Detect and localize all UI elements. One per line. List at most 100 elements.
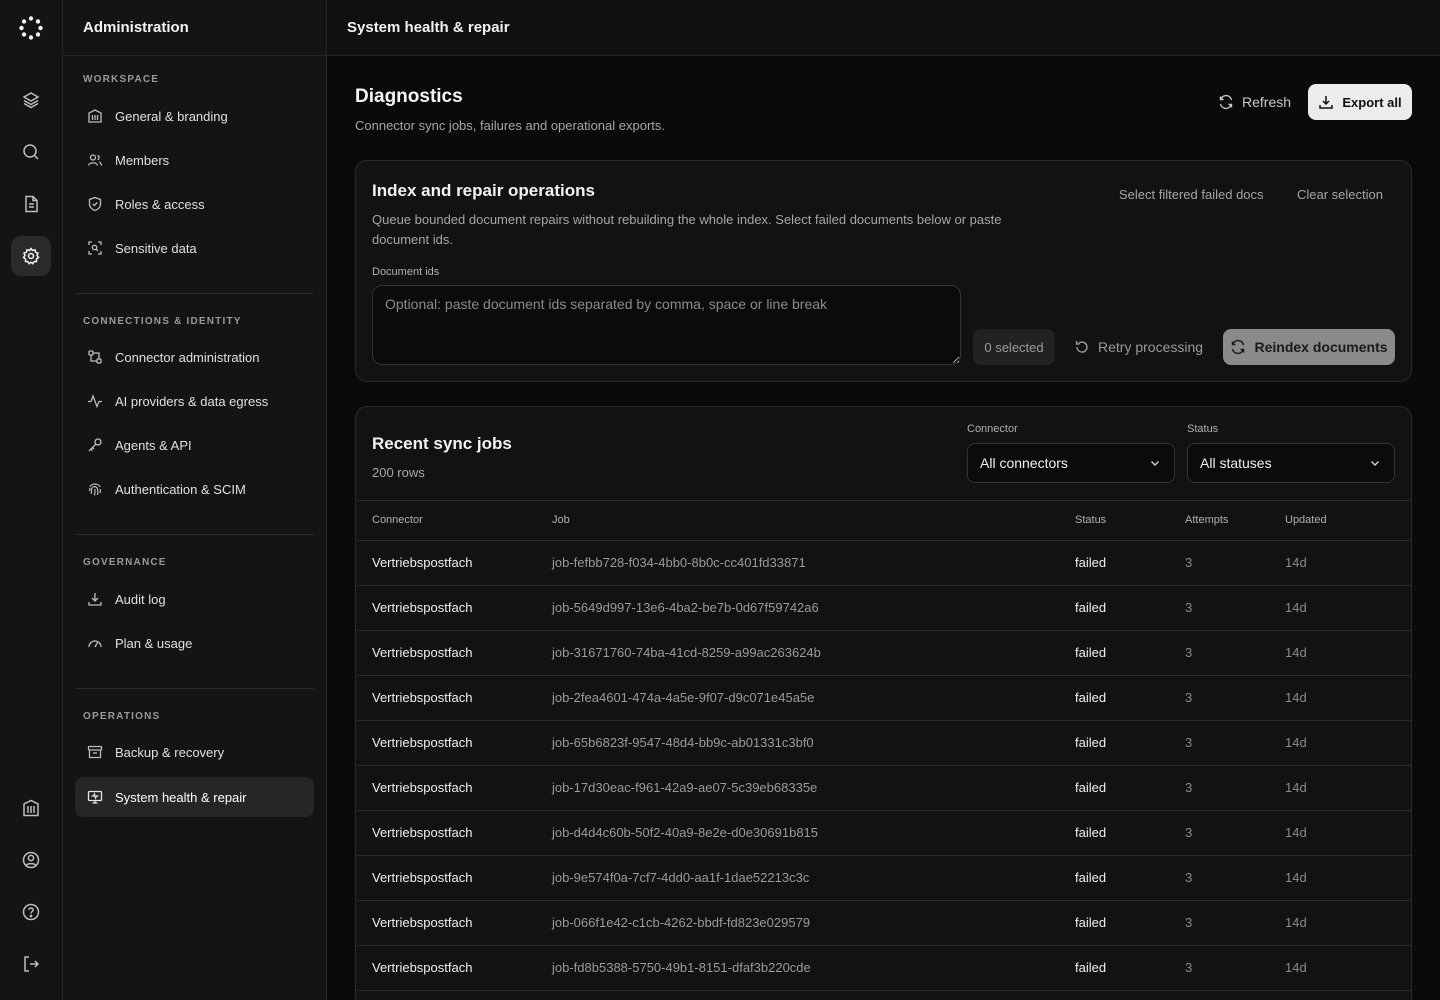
building-icon [87, 108, 103, 124]
connector-filter-select[interactable]: All connectors [967, 443, 1175, 483]
logo-icon[interactable] [18, 15, 44, 41]
cell-updated: 14d [1285, 870, 1307, 885]
table-row[interactable]: Vertriebspostfach job-65b6823f-9547-48d4-… [356, 721, 1411, 766]
table-row[interactable]: Vertriebspostfach job-5649d997-13e6-4ba2-… [356, 586, 1411, 631]
clear-selection-button[interactable]: Clear selection [1297, 187, 1383, 202]
reindex-documents-button[interactable]: Reindex documents [1223, 329, 1395, 365]
download-icon [87, 591, 103, 607]
page-title: Diagnostics [355, 86, 463, 107]
export-all-button[interactable]: Export all [1308, 84, 1412, 120]
sidebar-item-system-health[interactable]: System health & repair [75, 777, 314, 817]
recent-sync-jobs-card: Recent sync jobs 200 rows Connector All … [355, 406, 1412, 1000]
cell-updated: 14d [1285, 960, 1307, 975]
connector-filter-value: All connectors [980, 455, 1068, 471]
sidebar-title: Administration [63, 0, 326, 56]
table-row[interactable]: Vertriebspostfach job-2fea4601-474a-4a5e-… [356, 676, 1411, 721]
cell-connector: Vertriebspostfach [372, 870, 473, 885]
cell-job: job-d4d4c60b-50f2-40a9-8e2e-d0e30691b815 [552, 825, 819, 840]
retry-processing-label: Retry processing [1098, 339, 1204, 355]
cell-job: job-fefbb728-f034-4bb0-8b0c-cc401fd33871 [552, 555, 806, 570]
cell-status: failed [1075, 600, 1107, 615]
table-row[interactable]: Vertriebspostfach job-fd8b5388-5750-49b1-… [356, 946, 1411, 991]
cell-attempts: 3 [1185, 780, 1193, 795]
retry-icon [1075, 341, 1088, 353]
cell-connector: Vertriebspostfach [372, 600, 473, 615]
sidebar-item-members[interactable]: Members [75, 140, 314, 180]
activity-icon [87, 393, 103, 409]
column-header-updated[interactable]: Updated [1285, 514, 1327, 526]
cell-connector: Vertriebspostfach [372, 960, 473, 975]
column-header-attempts[interactable]: Attempts [1185, 514, 1228, 526]
cell-job: job-17d30eac-f961-42a9-ae07-5c39eb68335e [552, 780, 818, 795]
section-label-operations: OPERATIONS [83, 711, 161, 722]
index-repair-card: Index and repair operations Queue bounde… [355, 160, 1412, 382]
refresh-icon [1232, 339, 1245, 355]
fingerprint-icon [87, 481, 103, 497]
status-filter-value: All statuses [1200, 455, 1272, 471]
column-header-connector[interactable]: Connector [372, 514, 423, 526]
column-header-status[interactable]: Status [1075, 514, 1106, 526]
sidebar-item-label: Roles & access [115, 196, 205, 212]
sidebar-item-plan-usage[interactable]: Plan & usage [75, 623, 314, 663]
section-label-governance: GOVERNANCE [83, 557, 167, 568]
gauge-icon [87, 635, 103, 651]
refresh-label: Refresh [1242, 94, 1292, 110]
sidebar-item-ai-providers[interactable]: AI providers & data egress [75, 381, 314, 421]
sidebar-item-sensitive-data[interactable]: Sensitive data [75, 228, 314, 268]
repair-card-title: Index and repair operations [372, 181, 595, 200]
account-icon[interactable] [11, 840, 51, 880]
cell-connector: Vertriebspostfach [372, 915, 473, 930]
export-all-label: Export all [1342, 94, 1402, 110]
search-icon[interactable] [11, 132, 51, 172]
archive-icon [87, 744, 103, 760]
column-header-job[interactable]: Job [552, 514, 570, 526]
status-filter-select[interactable]: All statuses [1187, 443, 1395, 483]
logout-icon[interactable] [11, 944, 51, 984]
document-icon[interactable] [11, 184, 51, 224]
document-ids-input[interactable] [372, 285, 961, 365]
cell-attempts: 3 [1185, 735, 1193, 750]
page-subtitle: Connector sync jobs, failures and operat… [355, 118, 666, 133]
sidebar-item-label: Sensitive data [115, 240, 197, 256]
cell-attempts: 3 [1185, 825, 1193, 840]
building-icon[interactable] [11, 788, 51, 828]
cell-attempts: 3 [1185, 960, 1193, 975]
refresh-button[interactable]: Refresh [1206, 84, 1303, 120]
sidebar-item-general-branding[interactable]: General & branding [75, 96, 314, 136]
cell-updated: 14d [1285, 915, 1307, 930]
table-row[interactable]: Vertriebspostfach job-9e574f0a-7cf7-4dd0-… [356, 856, 1411, 901]
chevron-down-icon [1151, 461, 1159, 466]
shield-icon [87, 196, 103, 212]
cell-job: job-5649d997-13e6-4ba2-be7b-0d67f59742a6 [552, 600, 819, 615]
cell-status: failed [1075, 780, 1107, 795]
cell-connector: Vertriebspostfach [372, 735, 473, 750]
help-icon[interactable] [11, 892, 51, 932]
icon-rail [0, 0, 63, 1000]
cell-status: failed [1075, 915, 1107, 930]
sync-jobs-title: Recent sync jobs [372, 434, 512, 453]
table-row[interactable]: Vertriebspostfach job-066f1e42-c1cb-4262-… [356, 901, 1411, 946]
sidebar-item-backup-recovery[interactable]: Backup & recovery [75, 732, 314, 772]
table-row[interactable]: Vertriebspostfach job-d4d4c60b-50f2-40a9-… [356, 811, 1411, 856]
users-icon [87, 152, 103, 168]
select-filtered-failed-button[interactable]: Select filtered failed docs [1119, 187, 1264, 202]
cell-status: failed [1075, 555, 1107, 570]
cell-status: failed [1075, 870, 1107, 885]
sidebar-item-roles-access[interactable]: Roles & access [75, 184, 314, 224]
sidebar-item-label: Agents & API [115, 437, 192, 453]
sidebar-item-label: System health & repair [115, 789, 247, 805]
cell-updated: 14d [1285, 780, 1307, 795]
sidebar-item-agents-api[interactable]: Agents & API [75, 425, 314, 465]
sidebar-item-label: Plan & usage [115, 635, 193, 651]
layers-icon[interactable] [11, 80, 51, 120]
sidebar-item-connector-administration[interactable]: Connector administration [75, 337, 314, 377]
table-row[interactable]: Vertriebspostfach job-17d30eac-f961-42a9-… [356, 766, 1411, 811]
retry-processing-button[interactable]: Retry processing [1074, 329, 1203, 365]
table-row[interactable]: Vertriebspostfach job-31671760-74ba-41cd-… [356, 631, 1411, 676]
table-row[interactable]: Vertriebspostfach job-fefbb728-f034-4bb0-… [356, 541, 1411, 586]
connector-icon [87, 349, 103, 365]
settings-icon[interactable] [11, 236, 51, 276]
sidebar-item-audit-log[interactable]: Audit log [75, 579, 314, 619]
sidebar-item-authentication-scim[interactable]: Authentication & SCIM [75, 469, 314, 509]
page-topbar: System health & repair [327, 0, 1440, 56]
